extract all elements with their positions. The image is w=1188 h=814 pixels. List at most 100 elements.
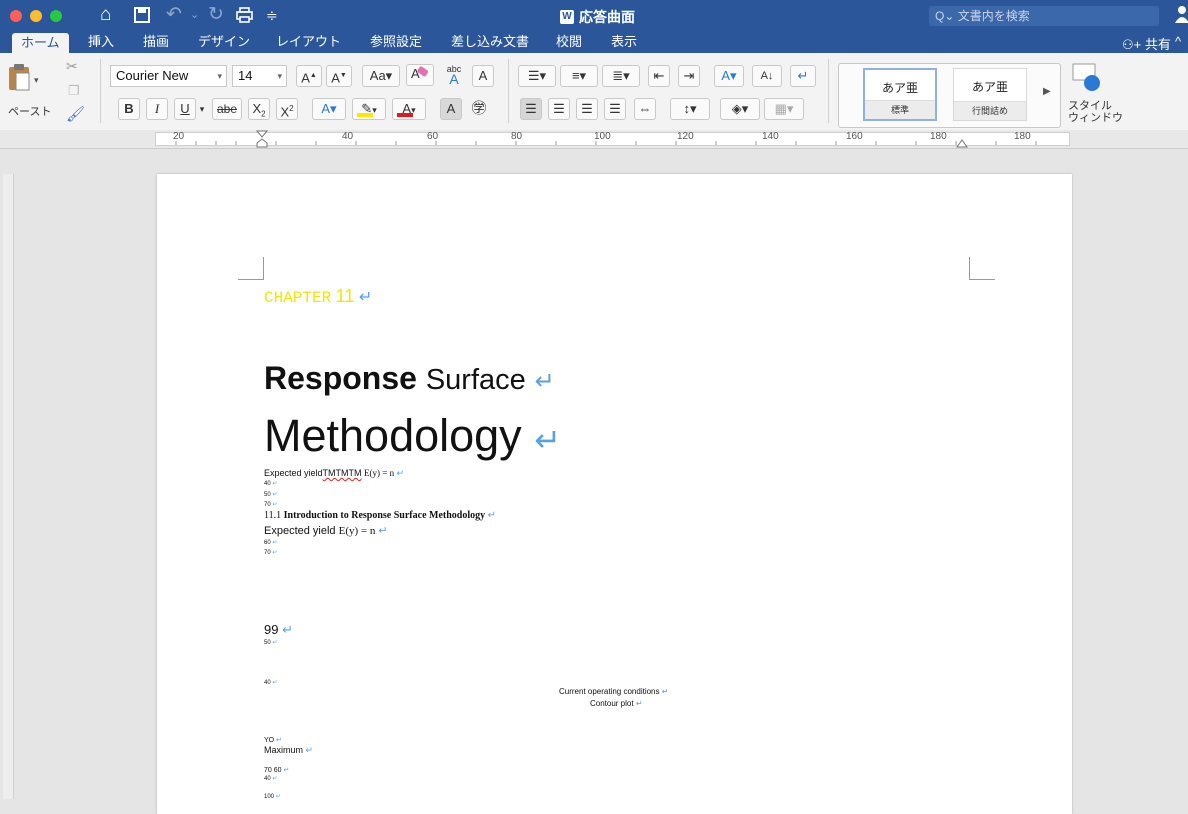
character-shading-button[interactable]: A	[440, 98, 462, 120]
font-name-select[interactable]: Courier New ▾	[110, 65, 227, 87]
text-line[interactable]: 70 ↵	[264, 502, 277, 509]
text-line[interactable]: 40 ↵	[264, 680, 277, 687]
text-line[interactable]: 100 ↵	[264, 794, 281, 801]
format-painter-icon[interactable]: 🖌	[66, 105, 85, 123]
enclose-characters-icon[interactable]: ㊫	[468, 98, 490, 120]
gallery-next-icon[interactable]: ▶	[1043, 86, 1051, 97]
paste-button[interactable]: ▾	[8, 63, 48, 108]
shading-button[interactable]: ◈▾	[720, 98, 760, 120]
vertical-ruler[interactable]	[3, 174, 14, 799]
text-effects-button[interactable]: A▾	[312, 98, 346, 120]
right-indent-marker[interactable]	[956, 138, 968, 148]
italic-button[interactable]: I	[146, 98, 168, 120]
text-line[interactable]: 40 ↵	[264, 481, 277, 488]
document-page[interactable]: CHAPTER 11 ↵ Response Surface ↵ Methodol…	[157, 174, 1072, 814]
expected-yield-line[interactable]: Expected yield E(y) = n ↵	[264, 524, 388, 537]
tab-design[interactable]: デザイン	[198, 34, 250, 50]
section-heading[interactable]: 11.1 Introduction to Response Surface Me…	[264, 510, 496, 521]
font-color-button[interactable]: A▾	[392, 98, 426, 120]
first-line-indent-marker[interactable]	[256, 130, 268, 148]
align-right-button[interactable]: ☰	[576, 98, 598, 120]
copy-icon[interactable]: ❐	[68, 83, 80, 99]
chapter-heading[interactable]: CHAPTER 11 ↵	[264, 286, 372, 307]
align-center-button[interactable]: ☰	[548, 98, 570, 120]
justify-button[interactable]: ☰	[604, 98, 626, 120]
print-icon[interactable]	[236, 4, 253, 29]
figure-label-contour-plot[interactable]: Contour plot ↵	[590, 699, 643, 708]
tab-home[interactable]: ホーム	[12, 33, 69, 53]
text-line[interactable]: 60 ↵	[264, 540, 277, 547]
line-spacing-button[interactable]: ↕▾	[670, 98, 710, 120]
undo-dropdown-icon[interactable]: ⌄	[190, 4, 199, 26]
change-case-button[interactable]: Aa▾	[362, 65, 400, 87]
user-account-icon[interactable]	[1175, 5, 1188, 23]
tab-draw[interactable]: 描画	[143, 34, 169, 50]
close-window-button[interactable]	[10, 10, 22, 22]
subscript-button[interactable]: X2	[248, 98, 270, 120]
distributed-align-button[interactable]: ⇔	[634, 98, 656, 120]
clear-formatting-icon[interactable]: A	[406, 64, 434, 86]
borders-button[interactable]: ▦▾	[764, 98, 804, 120]
horizontal-ruler[interactable]: 20 40 60 80 100 120 140 160 180 180	[0, 130, 1188, 149]
title-line-2[interactable]: Methodology ↵	[264, 410, 561, 462]
minimize-window-button[interactable]	[30, 10, 42, 22]
grow-font-button[interactable]: A▲	[296, 65, 322, 87]
save-icon[interactable]	[134, 4, 150, 29]
style-normal[interactable]: あア亜 標準	[863, 68, 937, 121]
align-left-button[interactable]: ☰	[520, 98, 542, 120]
bullets-button[interactable]: ☰▾	[518, 65, 556, 87]
home-icon[interactable]: ⌂	[100, 4, 111, 26]
tab-view[interactable]: 表示	[611, 34, 637, 50]
styles-pane-button[interactable]: スタイル ウィンドウ	[1068, 63, 1128, 127]
underline-button[interactable]: U	[174, 98, 196, 120]
paragraph-mark: ↵	[275, 794, 281, 800]
superscript-button[interactable]: X2	[276, 98, 298, 120]
text-line[interactable]: YO ↵	[264, 736, 282, 744]
page-number-text[interactable]: 99 ↵	[264, 622, 293, 638]
title-line-1[interactable]: Response Surface ↵	[264, 360, 555, 397]
increase-indent-icon[interactable]: ⇥	[678, 65, 700, 87]
formula: E(y) = n	[364, 468, 395, 478]
shrink-font-button[interactable]: A▼	[326, 65, 352, 87]
numbering-button[interactable]: ≡▾	[560, 65, 598, 87]
tab-layout[interactable]: レイアウト	[276, 34, 341, 50]
paste-label: ペースト	[8, 106, 52, 118]
expected-yield-line[interactable]: Expected yieldTMTMTM E(y) = n ↵	[264, 468, 404, 479]
bold-button[interactable]: B	[118, 98, 140, 120]
undo-icon[interactable]: ↶	[166, 4, 182, 26]
paragraph-mark: ↵	[661, 687, 669, 696]
phonetic-guide-icon[interactable]: abc A	[440, 63, 468, 86]
text-line[interactable]: Maximum ↵	[264, 745, 313, 756]
tab-references[interactable]: 参照設定	[370, 34, 422, 50]
text-line[interactable]: 70 ↵	[264, 550, 277, 557]
text-line[interactable]: 50 ↵	[264, 492, 277, 499]
text-line[interactable]: 50 ↵	[264, 640, 277, 647]
redo-icon[interactable]: ↻	[208, 4, 224, 26]
sort-button[interactable]: A↓	[752, 65, 782, 87]
font-size-select[interactable]: 14 ▾	[232, 65, 287, 87]
tab-insert[interactable]: 挿入	[88, 34, 114, 50]
strikethrough-button[interactable]: abe	[212, 98, 242, 120]
style-no-spacing[interactable]: あア亜 行間詰め	[953, 68, 1027, 121]
character-border-icon[interactable]: A	[472, 65, 494, 87]
show-formatting-marks-icon[interactable]: ↵	[790, 65, 816, 87]
collapse-ribbon-icon[interactable]: ^	[1175, 34, 1181, 49]
underline-dropdown-icon[interactable]: ▾	[196, 98, 208, 120]
paste-dropdown-icon[interactable]: ▾	[34, 75, 39, 86]
style-name: 行間詰め	[954, 101, 1026, 120]
highlight-color-button[interactable]: ✎▾	[352, 98, 386, 120]
text-line[interactable]: 40 ↵	[264, 776, 277, 783]
zoom-window-button[interactable]	[50, 10, 62, 22]
share-button[interactable]: ⚇+ 共有	[1122, 34, 1171, 53]
tab-mailings[interactable]: 差し込み文書	[451, 34, 529, 50]
multilevel-list-button[interactable]: ≣▾	[602, 65, 640, 87]
figure-label-current-conditions[interactable]: Current operating conditions ↵	[559, 687, 668, 696]
text-direction-button[interactable]: A▾	[714, 65, 744, 87]
cut-icon[interactable]: ✂	[66, 58, 78, 75]
decrease-indent-icon[interactable]: ⇤	[648, 65, 670, 87]
divider	[828, 59, 829, 123]
search-input[interactable]: Q⌄ 文書内を検索	[929, 6, 1159, 26]
tab-review[interactable]: 校閲	[556, 34, 582, 50]
text-line[interactable]: 70 60 ↵	[264, 766, 289, 774]
customize-toolbar-icon[interactable]: ≑	[266, 4, 278, 26]
